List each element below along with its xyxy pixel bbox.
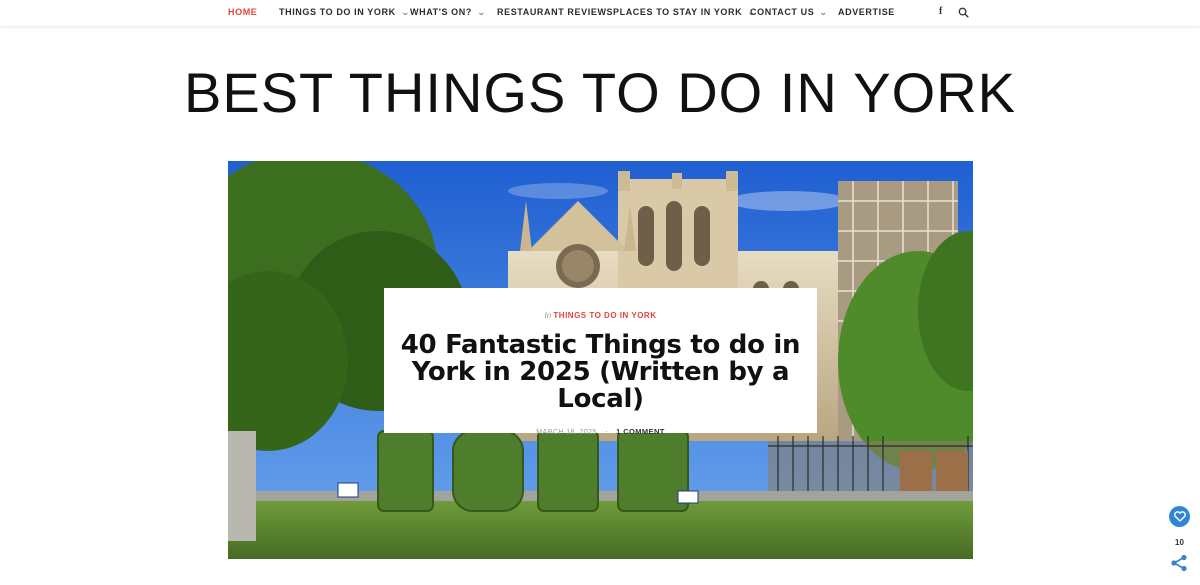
post-card: In Things to do in York 40 Fantastic Thi…	[384, 288, 817, 436]
post-category: In Things to do in York	[384, 311, 817, 320]
nav-item-advertise[interactable]: Advertise	[838, 7, 895, 17]
nav-item-label: Places to stay in York	[613, 7, 743, 17]
post-meta: March 18, 2025 - 1 Comment	[384, 427, 817, 436]
nav-item-label: What's On?	[410, 7, 472, 17]
nav-item-home[interactable]: Home	[228, 7, 257, 17]
site-title[interactable]: BEST THINGS TO DO IN YORK	[0, 60, 1200, 125]
nav-item-places-to-stay[interactable]: Places to stay in York ⌄	[613, 7, 756, 17]
post-title[interactable]: 40 Fantastic Things to do in York in 202…	[401, 332, 801, 413]
chevron-down-icon: ⌄	[477, 8, 487, 17]
category-prefix: In	[544, 311, 552, 320]
facebook-icon[interactable]: f	[939, 6, 942, 17]
heart-icon	[1173, 511, 1186, 522]
meta-separator: -	[605, 429, 608, 436]
category-link[interactable]: Things to do in York	[553, 311, 656, 320]
search-icon[interactable]	[958, 7, 969, 18]
nav-item-things-to-do[interactable]: Things to do in York ⌄	[279, 7, 409, 17]
post-date: March 18, 2025	[536, 429, 597, 436]
nav-item-restaurant-reviews[interactable]: Restaurant Reviews	[497, 7, 613, 17]
nav-item-label: Contact Us	[750, 7, 815, 17]
chevron-down-icon: ⌄	[400, 8, 410, 17]
comments-link[interactable]: 1 Comment	[616, 427, 665, 436]
nav-item-contact-us[interactable]: Contact Us ⌄	[750, 7, 828, 17]
top-navigation: Home Things to do in York ⌄ What's On? ⌄ R…	[0, 0, 1200, 27]
chevron-down-icon: ⌄	[819, 8, 829, 17]
nav-item-whats-on[interactable]: What's On? ⌄	[410, 7, 485, 17]
share-count: 10	[1175, 538, 1184, 547]
favorite-button[interactable]	[1169, 506, 1190, 527]
nav-item-label: Things to do in York	[279, 7, 396, 17]
share-icon[interactable]	[1170, 554, 1188, 572]
